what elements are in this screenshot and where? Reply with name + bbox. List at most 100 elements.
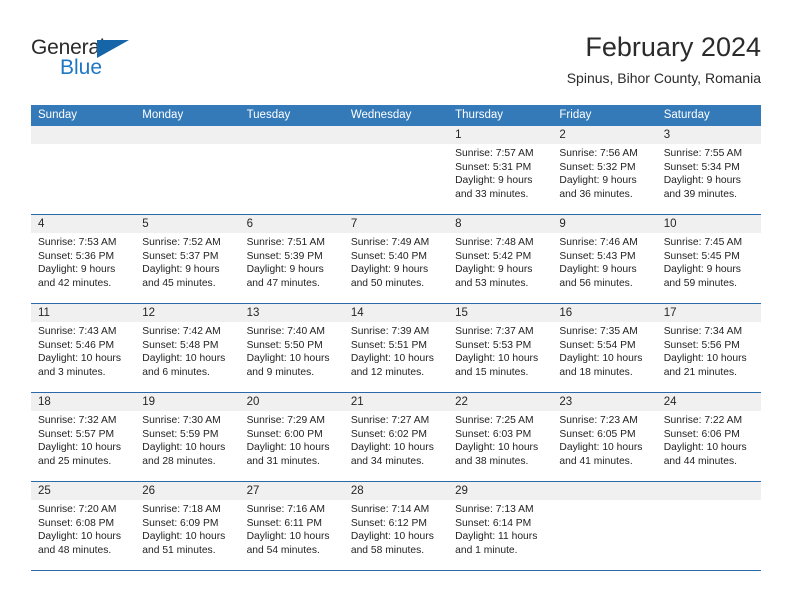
day-number [656, 482, 761, 500]
day-cell[interactable]: 15 Sunrise: 7:37 AM Sunset: 5:53 PM Dayligh… [448, 304, 553, 392]
day-cell[interactable]: 27 Sunrise: 7:16 AM Sunset: 6:11 PM Dayligh… [239, 482, 344, 570]
daylight-text-line2: and 25 minutes. [38, 455, 112, 467]
calendar-weeks: 1 Sunrise: 7:57 AM Sunset: 5:31 PM Daylight… [31, 126, 761, 571]
daylight-text-line1: Daylight: 10 hours [350, 531, 434, 542]
day-details: Sunrise: 7:46 AM Sunset: 5:43 PM Daylight:… [552, 233, 656, 290]
day-details: Sunrise: 7:14 AM Sunset: 6:12 PM Daylight:… [344, 500, 448, 557]
calendar-grid: Sunday Monday Tuesday Wednesday Thursday… [31, 105, 761, 571]
day-details: Sunrise: 7:27 AM Sunset: 6:02 PM Daylight:… [344, 411, 448, 468]
day-cell[interactable]: 24 Sunrise: 7:22 AM Sunset: 6:06 PM Dayligh… [656, 393, 761, 481]
daylight-text-line1: Daylight: 9 hours [38, 264, 116, 275]
day-cell[interactable]: 14 Sunrise: 7:39 AM Sunset: 5:51 PM Dayligh… [343, 304, 449, 392]
sunrise-text: Sunrise: 7:35 AM [559, 326, 638, 337]
daylight-text-line2: and 1 minute. [455, 544, 518, 556]
day-cell[interactable]: 19 Sunrise: 7:30 AM Sunset: 5:59 PM Dayligh… [135, 393, 240, 481]
day-number: 18 [31, 393, 136, 411]
daylight-text-line1: Daylight: 10 hours [38, 353, 121, 364]
sunrise-text: Sunrise: 7:20 AM [38, 504, 117, 515]
calendar-week-row: 25 Sunrise: 7:20 AM Sunset: 6:08 PM Dayligh… [31, 482, 761, 571]
day-details [240, 144, 344, 147]
day-number: 8 [448, 215, 553, 233]
day-cell[interactable]: 20 Sunrise: 7:29 AM Sunset: 6:00 PM Dayligh… [239, 393, 344, 481]
weekday-friday: Friday [559, 109, 592, 121]
day-cell[interactable]: 29 Sunrise: 7:13 AM Sunset: 6:14 PM Dayligh… [448, 482, 553, 570]
daylight-text-line1: Daylight: 10 hours [142, 442, 226, 453]
daylight-text-line2: and 54 minutes. [246, 544, 320, 556]
day-number: 11 [31, 304, 136, 322]
day-number: 25 [31, 482, 136, 500]
daylight-text-line2: and 36 minutes. [559, 188, 633, 200]
daylight-text-line1: Daylight: 9 hours [663, 264, 741, 275]
sunset-text: Sunset: 5:40 PM [350, 250, 427, 262]
day-cell-empty [239, 126, 344, 214]
daylight-text-line1: Daylight: 9 hours [663, 175, 741, 186]
day-details: Sunrise: 7:39 AM Sunset: 5:51 PM Daylight:… [344, 322, 448, 379]
day-number: 20 [239, 393, 344, 411]
sunrise-text: Sunrise: 7:32 AM [38, 415, 117, 426]
day-cell[interactable]: 8 Sunrise: 7:48 AM Sunset: 5:42 PM Daylight… [448, 215, 553, 303]
day-details [31, 144, 135, 147]
sunrise-text: Sunrise: 7:22 AM [663, 415, 743, 426]
day-number: 21 [343, 393, 449, 411]
day-number [343, 126, 449, 144]
page-title: February 2024 [585, 32, 761, 62]
daylight-text-line2: and 45 minutes. [142, 277, 216, 289]
day-cell[interactable]: 13 Sunrise: 7:40 AM Sunset: 5:50 PM Dayligh… [239, 304, 344, 392]
daylight-text-line1: Daylight: 10 hours [142, 353, 226, 364]
day-cell[interactable]: 7 Sunrise: 7:49 AM Sunset: 5:40 PM Daylight… [343, 215, 449, 303]
day-details [344, 144, 448, 147]
day-cell[interactable]: 18 Sunrise: 7:32 AM Sunset: 5:57 PM Dayligh… [31, 393, 136, 481]
day-cell[interactable]: 22 Sunrise: 7:25 AM Sunset: 6:03 PM Dayligh… [448, 393, 553, 481]
daylight-text-line1: Daylight: 10 hours [246, 353, 330, 364]
calendar-week-row: 1 Sunrise: 7:57 AM Sunset: 5:31 PM Daylight… [31, 126, 761, 215]
sunset-text: Sunset: 5:32 PM [559, 161, 636, 173]
daylight-text-line2: and 18 minutes. [559, 366, 633, 378]
day-cell[interactable]: 12 Sunrise: 7:42 AM Sunset: 5:48 PM Dayligh… [135, 304, 240, 392]
day-cell[interactable]: 6 Sunrise: 7:51 AM Sunset: 5:39 PM Daylight… [239, 215, 344, 303]
day-cell[interactable]: 11 Sunrise: 7:43 AM Sunset: 5:46 PM Dayligh… [31, 304, 136, 392]
day-number: 15 [448, 304, 553, 322]
weekday-wednesday: Wednesday [350, 109, 412, 121]
sunset-text: Sunset: 5:45 PM [663, 250, 740, 262]
day-cell[interactable]: 3 Sunrise: 7:55 AM Sunset: 5:34 PM Daylight… [656, 126, 761, 214]
day-cell[interactable]: 16 Sunrise: 7:35 AM Sunset: 5:54 PM Dayligh… [552, 304, 657, 392]
daylight-text-line1: Daylight: 10 hours [38, 442, 121, 453]
day-number: 9 [552, 215, 657, 233]
day-cell[interactable]: 17 Sunrise: 7:34 AM Sunset: 5:56 PM Dayligh… [656, 304, 761, 392]
sunset-text: Sunset: 5:54 PM [559, 339, 636, 351]
sunrise-text: Sunrise: 7:34 AM [663, 326, 743, 337]
page-subtitle: Spinus, Bihor County, Romania [566, 70, 761, 86]
day-details: Sunrise: 7:25 AM Sunset: 6:03 PM Daylight:… [448, 411, 552, 468]
weekday-tuesday: Tuesday [246, 109, 291, 121]
day-number: 3 [656, 126, 761, 144]
day-details: Sunrise: 7:51 AM Sunset: 5:39 PM Daylight:… [240, 233, 344, 290]
day-number: 24 [656, 393, 761, 411]
day-cell[interactable]: 21 Sunrise: 7:27 AM Sunset: 6:02 PM Dayligh… [343, 393, 449, 481]
daylight-text-line1: Daylight: 10 hours [38, 531, 121, 542]
day-cell[interactable]: 1 Sunrise: 7:57 AM Sunset: 5:31 PM Daylight… [448, 126, 553, 214]
day-cell[interactable]: 2 Sunrise: 7:56 AM Sunset: 5:32 PM Daylight… [552, 126, 657, 214]
day-cell-empty [135, 126, 240, 214]
sunrise-text: Sunrise: 7:42 AM [142, 326, 221, 337]
day-details: Sunrise: 7:55 AM Sunset: 5:34 PM Daylight:… [657, 144, 761, 201]
day-cell-empty [343, 126, 449, 214]
daylight-text-line1: Daylight: 10 hours [559, 353, 643, 364]
day-number: 1 [448, 126, 553, 144]
daylight-text-line1: Daylight: 10 hours [455, 442, 539, 453]
sunrise-text: Sunrise: 7:18 AM [142, 504, 221, 515]
daylight-text-line1: Daylight: 10 hours [350, 442, 434, 453]
day-cell[interactable]: 28 Sunrise: 7:14 AM Sunset: 6:12 PM Dayligh… [343, 482, 449, 570]
sunrise-text: Sunrise: 7:14 AM [350, 504, 430, 515]
day-cell[interactable]: 10 Sunrise: 7:45 AM Sunset: 5:45 PM Dayligh… [656, 215, 761, 303]
day-cell[interactable]: 4 Sunrise: 7:53 AM Sunset: 5:36 PM Daylight… [31, 215, 136, 303]
day-cell[interactable]: 25 Sunrise: 7:20 AM Sunset: 6:08 PM Dayligh… [31, 482, 136, 570]
day-cell[interactable]: 26 Sunrise: 7:18 AM Sunset: 6:09 PM Dayligh… [135, 482, 240, 570]
day-cell[interactable]: 5 Sunrise: 7:52 AM Sunset: 5:37 PM Daylight… [135, 215, 240, 303]
day-details [657, 500, 761, 503]
sunrise-text: Sunrise: 7:45 AM [663, 237, 743, 248]
daylight-text-line2: and 31 minutes. [246, 455, 320, 467]
day-cell[interactable]: 9 Sunrise: 7:46 AM Sunset: 5:43 PM Daylight… [552, 215, 657, 303]
day-cell[interactable]: 23 Sunrise: 7:23 AM Sunset: 6:05 PM Dayligh… [552, 393, 657, 481]
daylight-text-line1: Daylight: 10 hours [663, 442, 747, 453]
sunset-text: Sunset: 6:06 PM [663, 428, 740, 440]
